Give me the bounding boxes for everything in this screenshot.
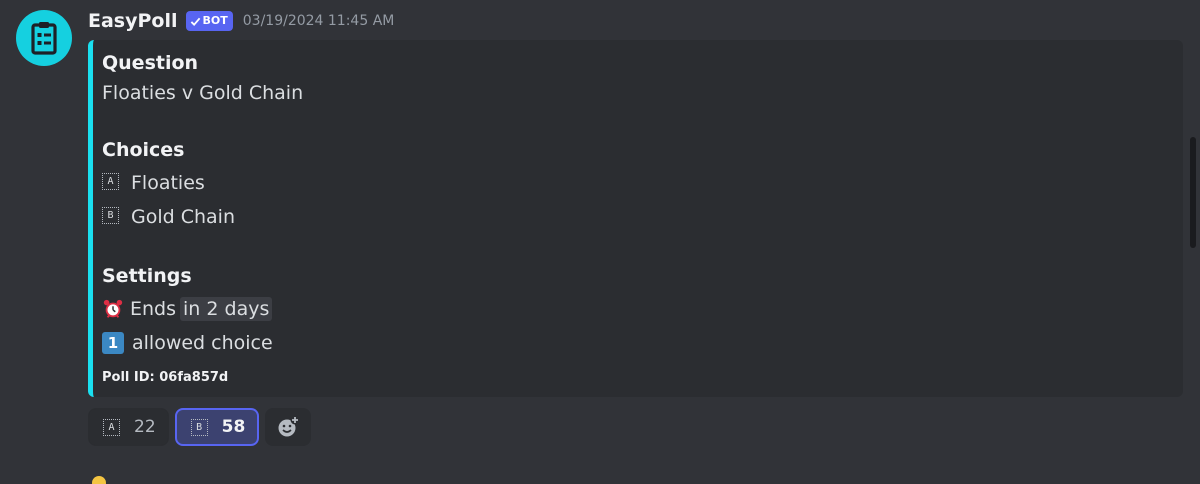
choice-item: B Gold Chain [102, 206, 235, 228]
choice-item: A Floaties [102, 172, 205, 194]
settings-label: Settings [102, 265, 192, 287]
author-name[interactable]: EasyPoll [88, 10, 178, 32]
question-value: Floaties v Gold Chain [102, 82, 304, 104]
message-header: EasyPoll BOT 03/19/2024 11:45 AM [88, 8, 394, 34]
ends-prefix: Ends [130, 298, 177, 320]
bot-badge: BOT [185, 11, 233, 31]
letter-a-icon: A [103, 418, 120, 436]
choices-label: Choices [102, 139, 185, 161]
poll-embed: Question Floaties v Gold Chain Choices A… [88, 40, 1183, 397]
allowed-choice-setting: 1 allowed choice [102, 332, 273, 354]
letter-b-icon: B [190, 418, 208, 436]
poll-id: Poll ID: 06fa857d [102, 370, 229, 385]
reaction-b-button[interactable]: B 58 [174, 408, 260, 446]
reaction-count: 58 [221, 417, 246, 437]
allowed-choice-text: allowed choice [132, 332, 273, 354]
choice-label: Floaties [131, 172, 205, 194]
ends-relative-time[interactable]: in 2 days [180, 297, 273, 321]
question-label: Question [102, 52, 199, 74]
next-message-emoji-icon [90, 474, 108, 484]
reaction-a-button[interactable]: A 22 [88, 408, 169, 446]
choice-label: Gold Chain [131, 206, 235, 228]
reaction-bar: A 22 B 58 [88, 408, 312, 446]
message-timestamp[interactable]: 03/19/2024 11:45 AM [243, 13, 395, 29]
chat-message: EasyPoll BOT 03/19/2024 11:45 AM Questio… [0, 0, 1200, 484]
add-reaction-icon [278, 415, 300, 437]
bot-badge-label: BOT [202, 14, 228, 27]
scrollbar[interactable] [1190, 137, 1196, 248]
alarm-clock-icon [103, 299, 123, 318]
add-reaction-button[interactable] [265, 408, 312, 446]
keycap-one-icon: 1 [102, 332, 124, 354]
reaction-count: 22 [134, 417, 156, 437]
ends-setting: Ends in 2 days [102, 297, 273, 321]
letter-a-icon: A [102, 172, 119, 190]
clipboard-list-icon [31, 22, 57, 55]
letter-b-icon: B [102, 206, 119, 224]
avatar[interactable] [16, 10, 72, 66]
checkmark-icon [190, 17, 200, 26]
